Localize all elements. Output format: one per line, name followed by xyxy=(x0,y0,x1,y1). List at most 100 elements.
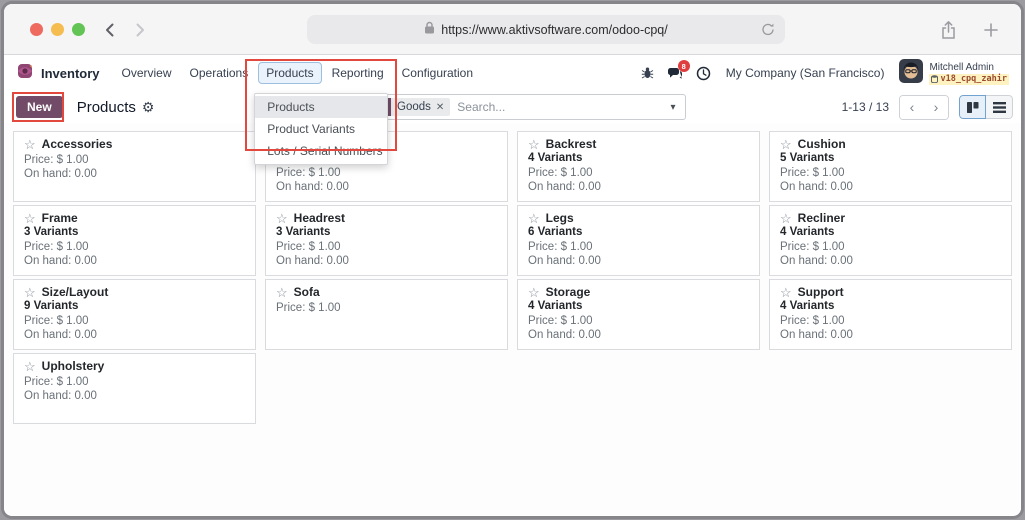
favorite-star-icon[interactable]: ☆ xyxy=(780,138,792,151)
pager-next-button[interactable]: › xyxy=(924,96,948,119)
product-on-hand: On hand: 0.00 xyxy=(528,255,749,267)
odoo-apps-icon[interactable] xyxy=(16,62,34,85)
close-window-button[interactable] xyxy=(30,23,43,36)
pager-label: 1-13 / 13 xyxy=(842,100,889,114)
product-grid: ☆ Accessories Price: $ 1.00 On hand: 0.0… xyxy=(13,131,1012,424)
list-view-button[interactable] xyxy=(986,95,1013,119)
search-input[interactable] xyxy=(457,100,661,114)
favorite-star-icon[interactable]: ☆ xyxy=(276,212,288,225)
product-price: Price: $ 1.00 xyxy=(24,154,245,166)
product-on-hand: On hand: 0.00 xyxy=(276,181,497,193)
product-price: Price: $ 1.00 xyxy=(276,302,497,314)
facet-label: Goods xyxy=(397,101,431,113)
product-price: Price: $ 1.00 xyxy=(276,241,497,253)
product-on-hand: On hand: 0.00 xyxy=(24,168,245,180)
product-variants: 4 Variants xyxy=(528,300,749,312)
company-switcher[interactable]: My Company (San Francisco) xyxy=(726,66,885,80)
favorite-star-icon[interactable]: ☆ xyxy=(780,212,792,225)
menu-item-products-label: Products xyxy=(266,66,313,80)
favorite-star-icon[interactable]: ☆ xyxy=(528,212,540,225)
product-card[interactable]: ☆ Sofa Price: $ 1.00 xyxy=(265,279,508,350)
product-price: Price: $ 1.00 xyxy=(24,315,245,327)
favorite-star-icon[interactable]: ☆ xyxy=(528,286,540,299)
product-card[interactable]: ☆ Size/Layout 9 Variants Price: $ 1.00 O… xyxy=(13,279,256,350)
product-on-hand: On hand: 0.00 xyxy=(780,329,1001,341)
main-menu: Overview Operations Products Products Pr… xyxy=(114,62,482,84)
gear-icon[interactable]: ⚙ xyxy=(142,99,155,116)
share-icon[interactable] xyxy=(940,20,957,45)
products-dropdown-menu: Products Product Variants Lots / Serial … xyxy=(254,93,388,165)
pager-previous-button[interactable]: ‹ xyxy=(900,96,924,119)
activities-clock-icon[interactable] xyxy=(696,66,711,81)
product-card[interactable]: ☆ Legs 6 Variants Price: $ 1.00 On hand:… xyxy=(517,205,760,276)
product-name: Accessories xyxy=(42,137,113,151)
kanban-view: ☆ Accessories Price: $ 1.00 On hand: 0.0… xyxy=(4,123,1021,515)
product-card[interactable]: ☆ Support 4 Variants Price: $ 1.00 On ha… xyxy=(769,279,1012,350)
menu-item-reporting[interactable]: Reporting xyxy=(324,62,392,84)
product-name: Frame xyxy=(42,211,78,225)
messages-badge: 8 xyxy=(678,60,690,72)
page-title: Products xyxy=(77,99,136,116)
favorite-star-icon[interactable]: ☆ xyxy=(24,286,36,299)
dropdown-item-product-variants[interactable]: Product Variants xyxy=(255,118,387,140)
facet-remove-icon[interactable]: ✕ xyxy=(436,102,444,113)
browser-window: https://www.aktivsoftware.com/odoo-cpq/ … xyxy=(1,1,1024,519)
control-bar: New Products ⚙ Goods ✕ ▾ 1-13 / 13 xyxy=(4,91,1021,123)
product-name: Storage xyxy=(546,285,591,299)
dropdown-item-products[interactable]: Products xyxy=(255,96,387,118)
app-brand[interactable]: Inventory xyxy=(16,62,100,85)
product-card[interactable]: ☆ Accessories Price: $ 1.00 On hand: 0.0… xyxy=(13,131,256,202)
product-on-hand: On hand: 0.00 xyxy=(528,329,749,341)
product-name: Support xyxy=(798,285,844,299)
debug-bug-icon[interactable] xyxy=(641,66,654,80)
new-button[interactable]: New xyxy=(16,96,63,118)
product-name: Recliner xyxy=(798,211,845,225)
product-card[interactable]: ☆ Recliner 4 Variants Price: $ 1.00 On h… xyxy=(769,205,1012,276)
product-price: Price: $ 1.00 xyxy=(24,376,245,388)
menu-item-overview[interactable]: Overview xyxy=(114,62,180,84)
browser-forward-icon[interactable] xyxy=(132,21,148,39)
list-icon xyxy=(993,102,1006,113)
product-card[interactable]: ☆ Cushion 5 Variants Price: $ 1.00 On ha… xyxy=(769,131,1012,202)
product-card[interactable]: ☆ Upholstery Price: $ 1.00 On hand: 0.00 xyxy=(13,353,256,424)
product-card[interactable]: ☆ Backrest 4 Variants Price: $ 1.00 On h… xyxy=(517,131,760,202)
favorite-star-icon[interactable]: ☆ xyxy=(780,286,792,299)
favorite-star-icon[interactable]: ☆ xyxy=(528,138,540,151)
product-price: Price: $ 1.00 xyxy=(276,167,497,179)
database-badge: v18_cpq_zahir xyxy=(929,74,1009,85)
zoom-window-button[interactable] xyxy=(72,23,85,36)
product-on-hand: On hand: 0.00 xyxy=(780,181,1001,193)
reload-icon[interactable] xyxy=(761,22,775,42)
kanban-view-button[interactable] xyxy=(959,95,986,119)
minimize-window-button[interactable] xyxy=(51,23,64,36)
menu-item-operations[interactable]: Operations xyxy=(182,62,257,84)
database-name: v18_cpq_zahir xyxy=(940,74,1007,85)
lock-icon xyxy=(424,21,435,39)
favorite-star-icon[interactable]: ☆ xyxy=(24,360,36,373)
dropdown-item-lots-serial-numbers[interactable]: Lots / Serial Numbers xyxy=(255,140,387,162)
menu-item-configuration[interactable]: Configuration xyxy=(394,62,481,84)
product-price: Price: $ 1.00 xyxy=(780,315,1001,327)
avatar[interactable] xyxy=(899,59,923,88)
favorite-star-icon[interactable]: ☆ xyxy=(24,138,36,151)
messages-icon[interactable]: 8 xyxy=(667,66,683,80)
new-tab-icon[interactable] xyxy=(983,22,999,43)
product-name: Headrest xyxy=(294,211,345,225)
product-price: Price: $ 1.00 xyxy=(24,241,245,253)
product-on-hand: On hand: 0.00 xyxy=(24,329,245,341)
product-card[interactable]: ☆ Headrest 3 Variants Price: $ 1.00 On h… xyxy=(265,205,508,276)
app-name: Inventory xyxy=(41,66,100,81)
menu-item-products[interactable]: Products Products Product Variants Lots … xyxy=(258,62,321,84)
address-bar[interactable]: https://www.aktivsoftware.com/odoo-cpq/ xyxy=(307,15,785,44)
user-menu[interactable]: Mitchell Admin v18_cpq_zahir xyxy=(899,59,1009,88)
browser-back-icon[interactable] xyxy=(102,21,118,39)
favorite-star-icon[interactable]: ☆ xyxy=(276,286,288,299)
product-variants: 5 Variants xyxy=(780,152,1001,164)
product-card[interactable]: ☆ Frame 3 Variants Price: $ 1.00 On hand… xyxy=(13,205,256,276)
product-name: Sofa xyxy=(294,285,320,299)
search-bar[interactable]: Goods ✕ ▾ xyxy=(344,94,686,120)
product-card[interactable]: ☆ Storage 4 Variants Price: $ 1.00 On ha… xyxy=(517,279,760,350)
search-dropdown-caret-icon[interactable]: ▾ xyxy=(661,95,685,119)
favorite-star-icon[interactable]: ☆ xyxy=(24,212,36,225)
url-text: https://www.aktivsoftware.com/odoo-cpq/ xyxy=(441,23,667,37)
